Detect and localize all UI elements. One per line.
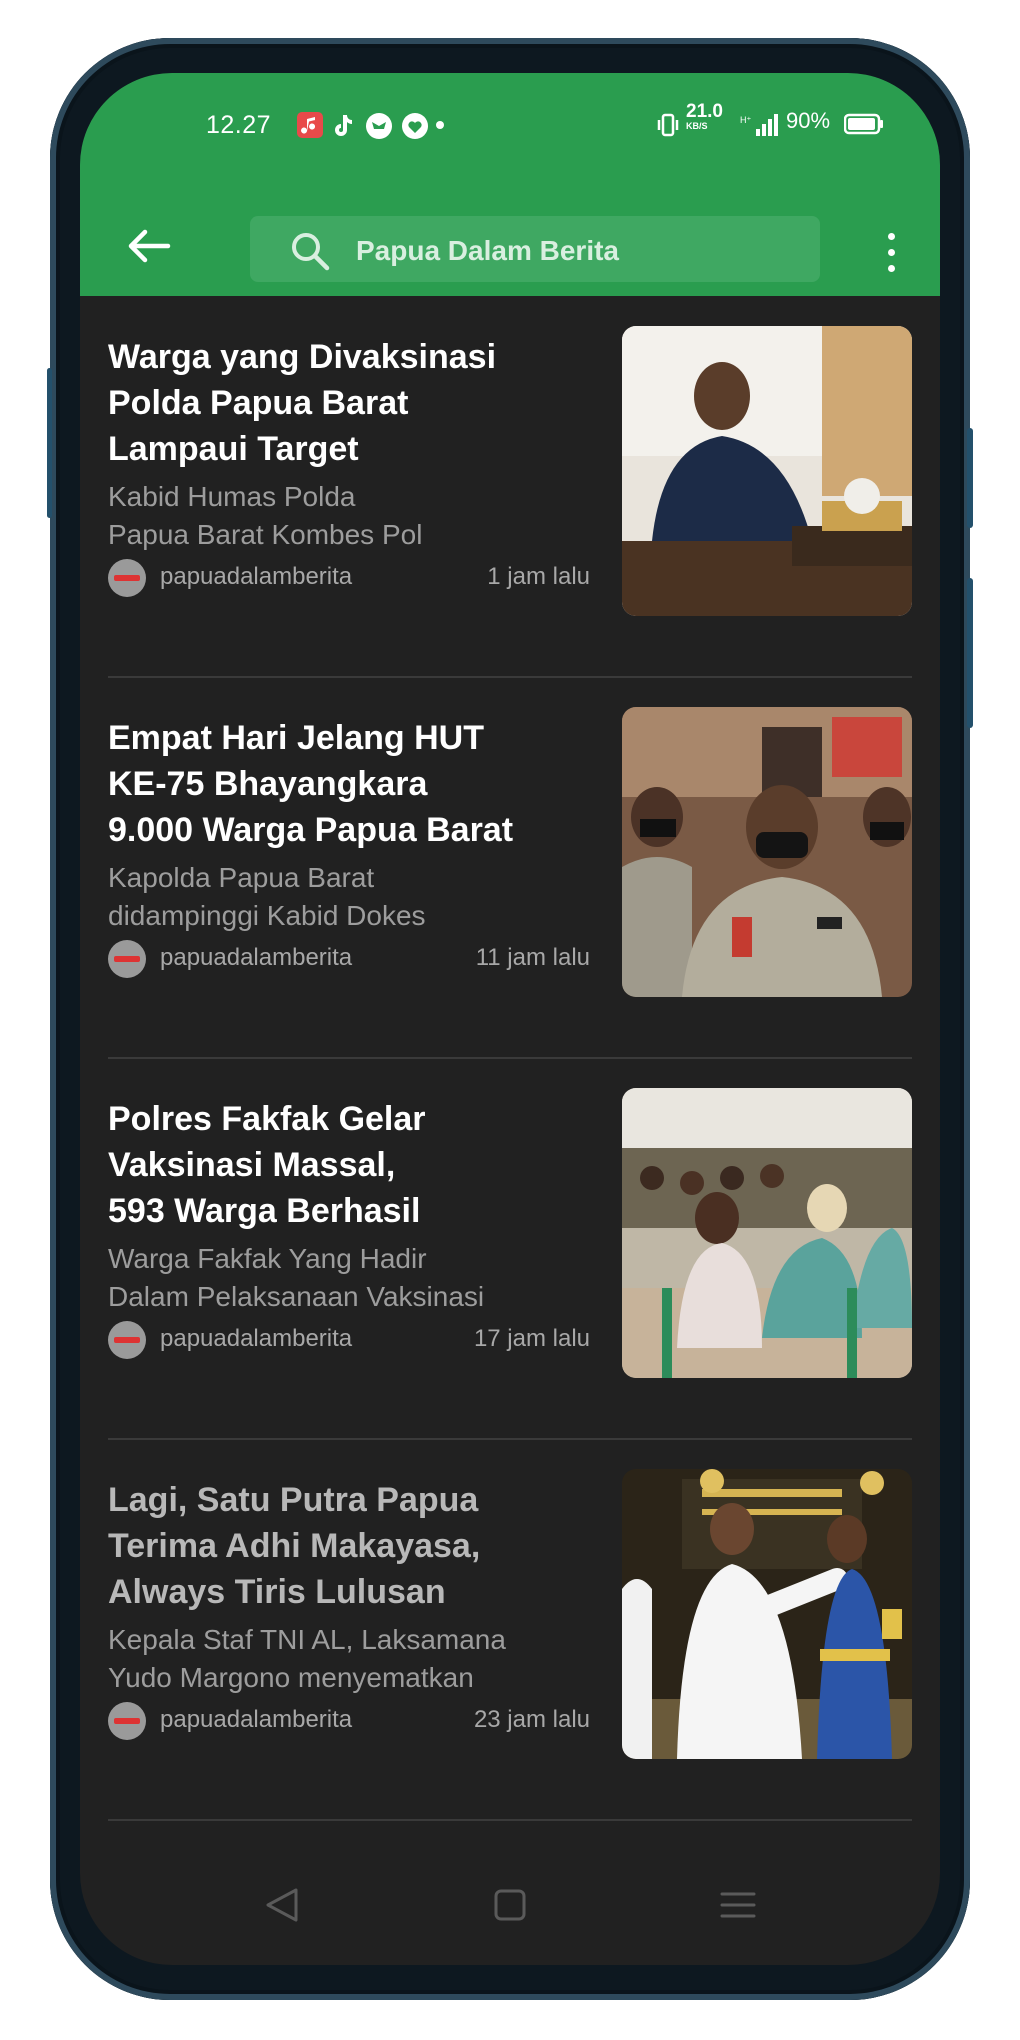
article-title: Lagi, Satu Putra Papua Terima Adhi Makay… bbox=[108, 1481, 481, 1611]
volume-button bbox=[47, 368, 52, 518]
article-time: 23 jam lalu bbox=[473, 1706, 590, 1733]
nav-back-icon[interactable] bbox=[252, 1880, 312, 1930]
article-title: Polres Fakfak Gelar Vaksinasi Massal, 59… bbox=[108, 1100, 426, 1230]
nav-home-icon[interactable] bbox=[480, 1880, 540, 1930]
article-source: papuadalamberita bbox=[160, 944, 353, 971]
article-card[interactable]: Lagi, Satu Putra Papua Terima Adhi Makay… bbox=[80, 1439, 940, 1821]
signal-icon: H⁺ bbox=[740, 112, 780, 138]
power-button bbox=[967, 428, 973, 528]
network-speed: 21.0 KB/S bbox=[686, 101, 723, 131]
back-arrow-icon[interactable] bbox=[126, 228, 172, 264]
article-time: 11 jam lalu bbox=[475, 944, 590, 971]
article-thumbnail bbox=[622, 1469, 912, 1759]
article-card[interactable]: Empat Hari Jelang HUT KE-75 Bhayangkara … bbox=[80, 677, 940, 1059]
more-notifications-icon bbox=[436, 121, 444, 129]
app-bar: 12.27 21.0 KB/S H⁺ 90% Papua Dalam Berit… bbox=[80, 73, 940, 296]
tiktok-icon bbox=[330, 112, 356, 138]
source-avatar bbox=[108, 940, 146, 978]
search-icon bbox=[290, 231, 330, 271]
article-thumbnail bbox=[622, 326, 912, 616]
search-bar[interactable]: Papua Dalam Berita bbox=[250, 216, 820, 282]
overflow-menu-icon[interactable] bbox=[884, 231, 898, 275]
side-button bbox=[967, 578, 973, 728]
system-nav-bar bbox=[80, 1858, 940, 1965]
vibrate-icon bbox=[655, 112, 681, 138]
article-description: Warga Fakfak Yang Hadir Dalam Pelaksanaa… bbox=[108, 1243, 485, 1312]
phone-frame: 12.27 21.0 KB/S H⁺ 90% Papua Dalam Berit… bbox=[47, 38, 973, 2000]
article-title: Warga yang Divaksinasi Polda Papua Barat… bbox=[108, 338, 497, 468]
source-avatar bbox=[108, 1321, 146, 1359]
nav-menu-icon[interactable] bbox=[708, 1880, 768, 1930]
article-description: Kepala Staf TNI AL, Laksamana Yudo Margo… bbox=[108, 1624, 506, 1693]
battery-percent: 90% bbox=[786, 108, 831, 133]
article-source: papuadalamberita bbox=[160, 1706, 353, 1733]
bird-app-icon bbox=[365, 112, 392, 139]
status-bar: 12.27 21.0 KB/S H⁺ 90% bbox=[80, 73, 940, 139]
article-time: 17 jam lalu bbox=[473, 1325, 590, 1352]
search-query: Papua Dalam Berita bbox=[356, 235, 619, 266]
article-card[interactable]: Warga yang Divaksinasi Polda Papua Barat… bbox=[80, 296, 940, 678]
status-time: 12.27 bbox=[206, 111, 272, 139]
source-avatar bbox=[108, 559, 146, 597]
svg-text:H⁺: H⁺ bbox=[740, 115, 751, 125]
heart-app-icon bbox=[401, 112, 428, 139]
article-source: papuadalamberita bbox=[160, 563, 353, 590]
article-title: Empat Hari Jelang HUT KE-75 Bhayangkara … bbox=[108, 719, 514, 849]
article-description: Kabid Humas Polda Papua Barat Kombes Pol bbox=[108, 481, 423, 550]
article-time: 1 jam lalu bbox=[487, 563, 590, 590]
article-description: Kapolda Papua Barat didampinggi Kabid Do… bbox=[108, 862, 426, 931]
divider bbox=[108, 1819, 912, 1821]
article-thumbnail bbox=[622, 1088, 912, 1378]
article-source: papuadalamberita bbox=[160, 1325, 353, 1352]
source-avatar bbox=[108, 1702, 146, 1740]
screen: 12.27 21.0 KB/S H⁺ 90% Papua Dalam Berit… bbox=[80, 73, 940, 1965]
article-card[interactable]: Polres Fakfak Gelar Vaksinasi Massal, 59… bbox=[80, 1058, 940, 1440]
article-thumbnail bbox=[622, 707, 912, 997]
battery-icon bbox=[843, 113, 884, 135]
music-app-icon bbox=[297, 112, 323, 138]
